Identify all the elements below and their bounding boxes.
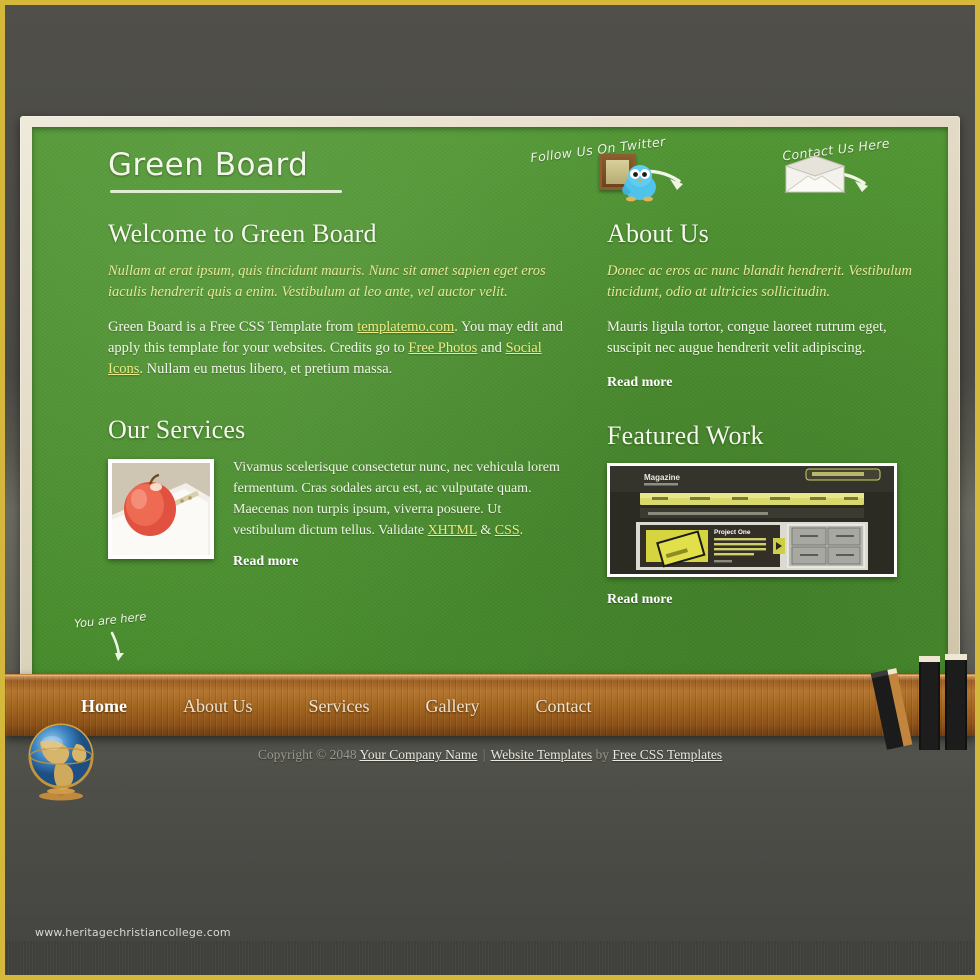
svg-text:Magazine: Magazine [644, 473, 681, 482]
nav-item-gallery[interactable]: Gallery [425, 696, 479, 717]
right-column: About Us Donec ac eros ac nunc blandit h… [607, 219, 912, 608]
nav-item-contact[interactable]: Contact [535, 696, 591, 717]
link-css[interactable]: CSS [495, 523, 520, 538]
welcome-body-4: . Nullam eu metus libero, et pretium mas… [139, 361, 393, 377]
services-thumbnail[interactable] [108, 459, 214, 559]
services-title: Our Services [108, 415, 246, 444]
logo-underline [110, 190, 342, 193]
left-column: Welcome to Green Board Nullam at erat ip… [108, 219, 563, 570]
nav-item-services[interactable]: Services [309, 696, 370, 717]
services-body-2: . [519, 523, 524, 538]
link-templatemo[interactable]: templatemo.com [357, 319, 454, 335]
footer: Copyright © 2048 Your Company Name | Web… [5, 747, 975, 763]
nav-item-about-us[interactable]: About Us [183, 696, 253, 717]
welcome-intro: Nullam at erat ipsum, quis tincidunt mau… [108, 263, 546, 300]
featured-title: Featured Work [607, 421, 764, 450]
footer-free-css-templates-link[interactable]: Free CSS Templates [612, 747, 722, 762]
services-amp: & [476, 523, 495, 538]
twitter-bird-icon[interactable] [618, 161, 662, 203]
about-read-more[interactable]: Read more [607, 375, 672, 391]
footer-separator: | [482, 747, 486, 762]
welcome-body: Green Board is a Free CSS Template from … [108, 317, 563, 380]
featured-thumbnail[interactable]: Magazine Project One [607, 463, 897, 577]
twitter-caption-group[interactable]: Follow Us On Twitter [530, 134, 667, 165]
chalkboard-frame: Green Board Follow Us On Twitter Contact… [20, 116, 960, 678]
apple-notebook-photo [112, 463, 210, 555]
svg-text:Project One: Project One [714, 529, 751, 536]
page-root: Green Board Follow Us On Twitter Contact… [0, 0, 980, 980]
services-read-more[interactable]: Read more [233, 554, 298, 570]
wooden-shelf-navbar: Home About Us Services Gallery Contact [5, 674, 975, 736]
envelope-icon[interactable] [784, 154, 846, 194]
you-are-here-arrow-icon [110, 631, 124, 661]
about-intro: Donec ac eros ac nunc blandit hendrerit.… [607, 263, 912, 300]
books-decoration [870, 654, 967, 750]
watermark-url: www.heritagechristiancollege.com [35, 926, 231, 939]
you-are-here-label: You are here [73, 609, 147, 631]
services-block: Vivamus scelerisque consectetur nunc, ne… [108, 457, 563, 570]
welcome-body-3: and [477, 340, 506, 356]
link-free-photos[interactable]: Free Photos [408, 340, 477, 356]
footer-by: by [595, 747, 610, 762]
footer-website-templates-link[interactable]: Website Templates [491, 747, 593, 762]
footer-company-link[interactable]: Your Company Name [359, 747, 477, 762]
site-logo[interactable]: Green Board [108, 147, 308, 183]
stage-backdrop: Green Board Follow Us On Twitter Contact… [5, 5, 975, 975]
board-header: Green Board Follow Us On Twitter Contact… [32, 127, 948, 219]
magazine-website-screenshot: Magazine Project One [610, 466, 894, 574]
about-body: Mauris ligula tortor, congue laoreet rut… [607, 319, 887, 356]
link-xhtml[interactable]: XHTML [428, 523, 477, 538]
welcome-body-1: Green Board is a Free CSS Template from [108, 319, 358, 335]
you-are-here-annotation: You are here [73, 609, 194, 663]
services-text: Vivamus scelerisque consectetur nunc, ne… [233, 457, 563, 570]
welcome-title: Welcome to Green Board [108, 219, 377, 248]
main-navigation: Home About Us Services Gallery Contact [81, 675, 647, 737]
services-body: Vivamus scelerisque consectetur nunc, ne… [233, 457, 563, 541]
about-title: About Us [607, 219, 709, 248]
featured-read-more[interactable]: Read more [607, 592, 672, 608]
chalkboard: Green Board Follow Us On Twitter Contact… [32, 127, 948, 678]
footer-copyright: Copyright © 2048 [257, 747, 357, 762]
nav-item-home[interactable]: Home [81, 696, 127, 717]
